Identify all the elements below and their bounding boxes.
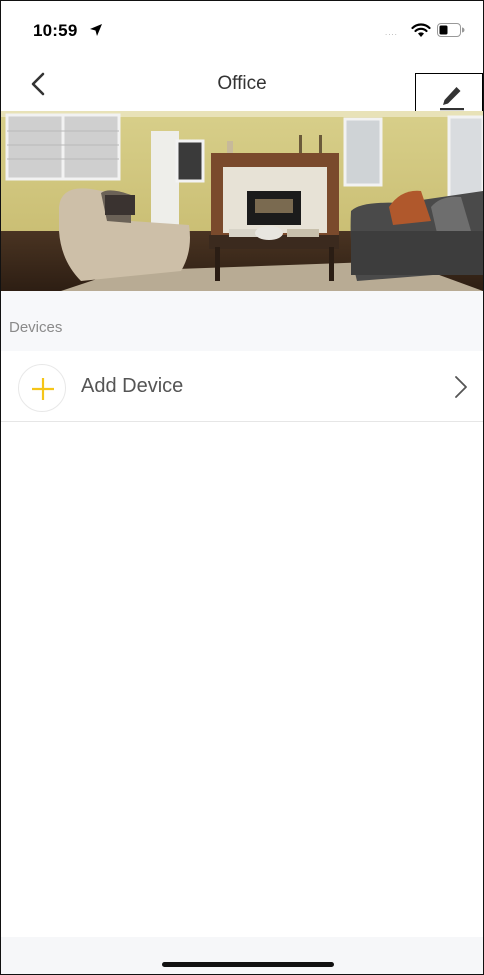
section-title: Devices xyxy=(9,319,63,336)
wifi-icon xyxy=(411,23,431,37)
signal-dots: .... xyxy=(385,28,398,37)
plus-icon xyxy=(32,378,54,400)
devices-section-header: Devices xyxy=(1,291,483,351)
page-title: Office xyxy=(217,73,267,94)
app-screen: 10:59 .... Office Devices Add Device xyxy=(0,0,484,975)
chevron-right-icon xyxy=(455,376,467,398)
status-bar: 10:59 .... xyxy=(1,1,483,57)
add-device-label: Add Device xyxy=(81,375,184,397)
location-arrow-icon xyxy=(90,24,102,36)
add-device-row[interactable]: Add Device xyxy=(1,351,483,422)
battery-icon xyxy=(437,23,465,37)
add-device-circle xyxy=(18,364,66,412)
nav-bar: Office xyxy=(1,57,483,126)
home-indicator[interactable] xyxy=(162,962,334,967)
home-indicator-area xyxy=(1,937,483,974)
room-photo xyxy=(1,111,483,291)
pencil-icon xyxy=(440,87,464,111)
status-time: 10:59 xyxy=(33,21,78,40)
